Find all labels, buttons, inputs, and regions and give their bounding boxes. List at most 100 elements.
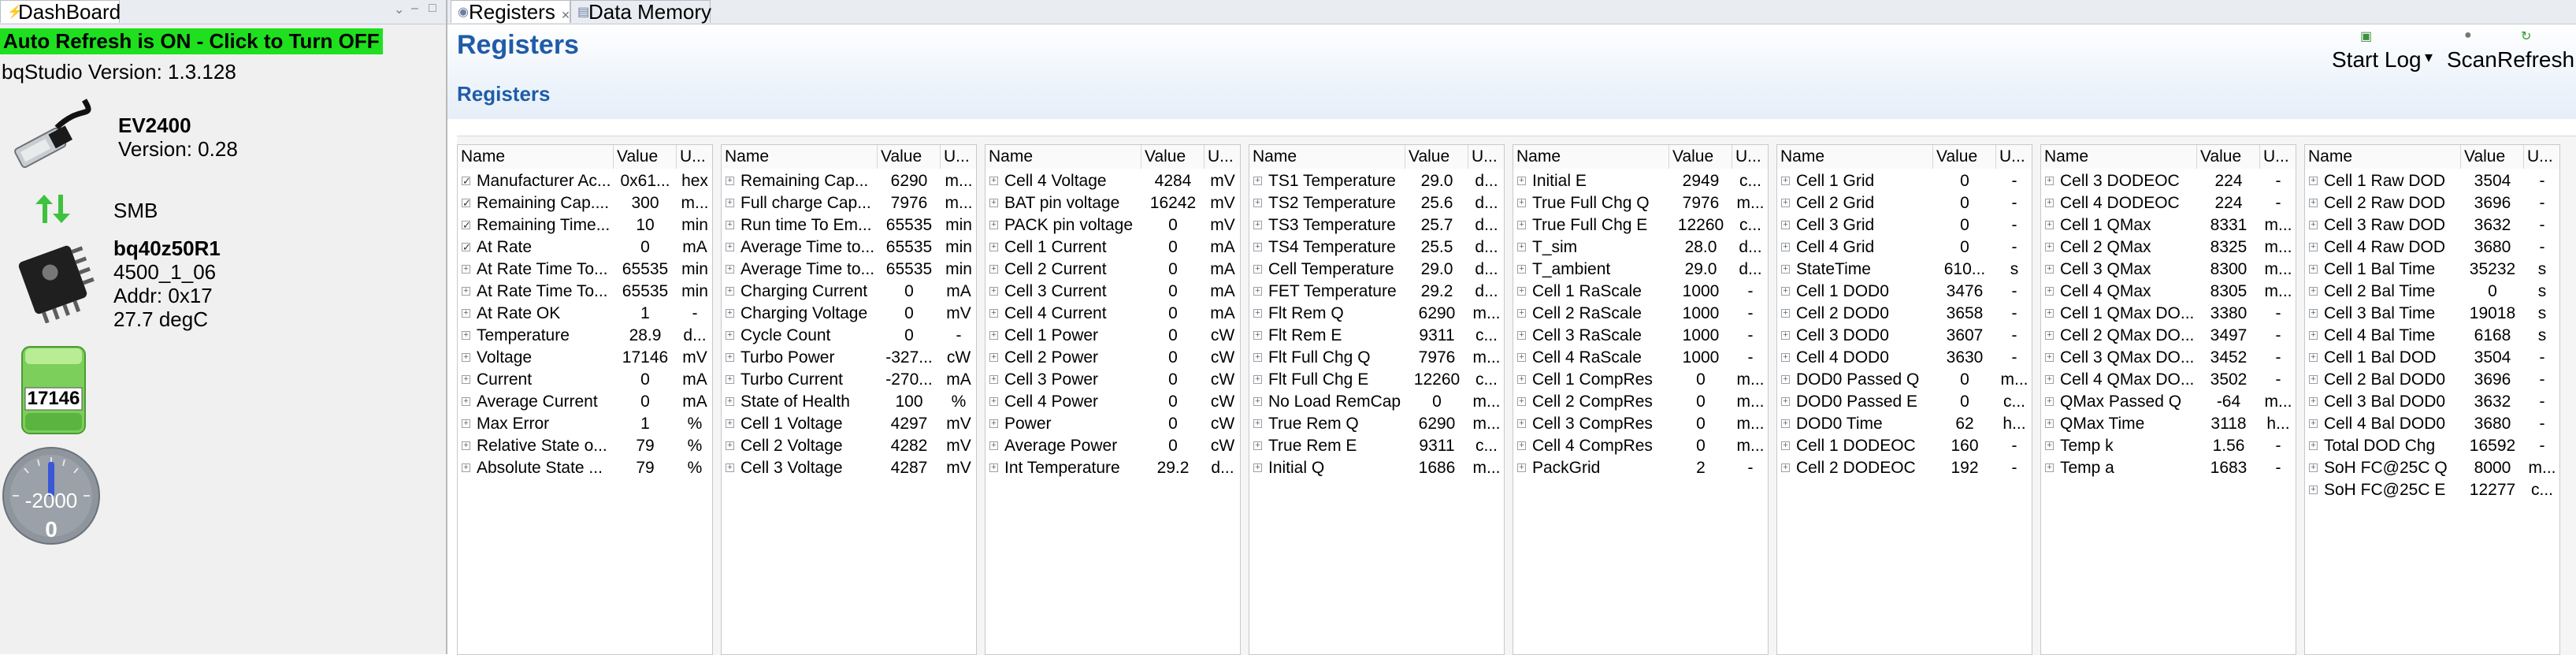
register-row[interactable]: + FET Temperature 29.2 d... bbox=[1249, 281, 1504, 303]
register-row[interactable]: + Cell 3 QMax 8300 m... bbox=[2041, 259, 2296, 281]
register-row[interactable]: + Cell 3 Bal Time 19018 s bbox=[2305, 303, 2559, 325]
register-row[interactable]: + Temp k 1.56- bbox=[2041, 435, 2296, 457]
register-row[interactable]: + Cell 3 CompRes 0 m... bbox=[1513, 413, 1768, 435]
register-row[interactable]: + Power 0 cW bbox=[985, 413, 1240, 435]
register-row[interactable]: + QMax Passed Q -64 m... bbox=[2041, 391, 2296, 413]
register-row[interactable]: + Cell 4 Bal Time 6168 s bbox=[2305, 325, 2559, 347]
register-row[interactable]: + Average Time to... 65535 min bbox=[722, 259, 976, 281]
column-header-unit[interactable]: U... bbox=[1204, 145, 1240, 169]
register-row[interactable]: + Cell 4 QMax DO... 3502- bbox=[2041, 369, 2296, 391]
register-row[interactable]: + Initial Q 1686 m... bbox=[1249, 457, 1504, 479]
register-row[interactable]: + Remaining Cap... 6290 m... bbox=[722, 170, 976, 192]
column-header-value[interactable]: Value bbox=[1405, 145, 1468, 169]
column-header-name[interactable]: Name bbox=[722, 145, 878, 169]
register-row[interactable]: + PackGrid 2- bbox=[1513, 457, 1768, 479]
register-row[interactable]: + Charging Voltage 0 mV bbox=[722, 303, 976, 325]
register-row[interactable]: + Cell 3 Current 0 mA bbox=[985, 281, 1240, 303]
maximize-view-icon[interactable]: □ bbox=[429, 2, 436, 16]
column-header-name[interactable]: Name bbox=[458, 145, 614, 169]
column-header-unit[interactable]: U... bbox=[2524, 145, 2559, 169]
register-row[interactable]: + Cell 1 RaScale 1000- bbox=[1513, 281, 1768, 303]
register-row[interactable]: + Cell 1 QMax 8331 m... bbox=[2041, 214, 2296, 236]
register-row[interactable]: + Temp a 1683- bbox=[2041, 457, 2296, 479]
register-row[interactable]: + At Rate Time To... 65535 min bbox=[458, 259, 712, 281]
register-row[interactable]: + Cell 2 Grid 0- bbox=[1777, 192, 2032, 214]
register-row[interactable]: + Cell 4 RaScale 1000- bbox=[1513, 347, 1768, 369]
register-row[interactable]: + Cell 1 DODEOC 160- bbox=[1777, 435, 2032, 457]
register-row[interactable]: + TS1 Temperature 29.0 d... bbox=[1249, 170, 1504, 192]
tab-data-memory[interactable]: ▤Data Memory bbox=[570, 0, 711, 24]
register-row[interactable]: + Cell 4 CompRes 0 m... bbox=[1513, 435, 1768, 457]
register-row[interactable]: + Cell 4 Power 0 cW bbox=[985, 391, 1240, 413]
column-header-value[interactable]: Value bbox=[2461, 145, 2524, 169]
column-header-name[interactable]: Name bbox=[1249, 145, 1405, 169]
register-row[interactable]: + Full charge Cap... 7976 m... bbox=[722, 192, 976, 214]
scan-button[interactable]: Scan bbox=[2447, 47, 2497, 73]
register-row[interactable]: + Cell 3 Voltage 4287 mV bbox=[722, 457, 976, 479]
register-row[interactable]: + Average Power 0 cW bbox=[985, 435, 1240, 457]
column-header-name[interactable]: Name bbox=[2041, 145, 2197, 169]
register-row[interactable]: + State of Health 100% bbox=[722, 391, 976, 413]
register-row[interactable]: + Cell 1 Bal DOD 3504- bbox=[2305, 347, 2559, 369]
register-row[interactable]: + SoH FC@25C Q 8000 m... bbox=[2305, 457, 2559, 479]
register-row[interactable]: + Flt Full Chg Q 7976 m... bbox=[1249, 347, 1504, 369]
register-row[interactable]: + Cell 2 QMax DO... 3497- bbox=[2041, 325, 2296, 347]
register-row[interactable]: ✓ Remaining Time... 10 min bbox=[458, 214, 712, 236]
register-row[interactable]: + TS4 Temperature 25.5 d... bbox=[1249, 236, 1504, 259]
register-row[interactable]: + Cell 1 Raw DOD 3504- bbox=[2305, 170, 2559, 192]
register-row[interactable]: + Cell 1 Bal Time 35232 s bbox=[2305, 259, 2559, 281]
register-row[interactable]: + DOD0 Passed E 0 c... bbox=[1777, 391, 2032, 413]
register-row[interactable]: + BAT pin voltage 16242 mV bbox=[985, 192, 1240, 214]
register-row[interactable]: + Cell 4 Voltage 4284 mV bbox=[985, 170, 1240, 192]
register-row[interactable]: + TS2 Temperature 25.6 d... bbox=[1249, 192, 1504, 214]
column-header-value[interactable]: Value bbox=[2197, 145, 2260, 169]
register-row[interactable]: + Current 0 mA bbox=[458, 369, 712, 391]
tab-dashboard[interactable]: ⚡DashBoard bbox=[0, 0, 121, 24]
register-row[interactable]: + Cell 1 DOD0 3476- bbox=[1777, 281, 2032, 303]
register-row[interactable]: + Cell 1 CompRes 0 m... bbox=[1513, 369, 1768, 391]
register-row[interactable]: + True Rem Q 6290 m... bbox=[1249, 413, 1504, 435]
register-row[interactable]: + Cell 1 Voltage 4297 mV bbox=[722, 413, 976, 435]
register-row[interactable]: + Cell 4 DODEOC 224- bbox=[2041, 192, 2296, 214]
register-row[interactable]: + Initial E 2949 c... bbox=[1513, 170, 1768, 192]
register-row[interactable]: + DOD0 Time 62 h... bbox=[1777, 413, 2032, 435]
register-row[interactable]: + Cell 3 QMax DO... 3452- bbox=[2041, 347, 2296, 369]
register-row[interactable]: + Cell 3 RaScale 1000- bbox=[1513, 325, 1768, 347]
register-row[interactable]: + Cell 1 Power 0 cW bbox=[985, 325, 1240, 347]
register-row[interactable]: + At Rate Time To... 65535 min bbox=[458, 281, 712, 303]
register-row[interactable]: + Cell 2 Current 0 mA bbox=[985, 259, 1240, 281]
register-row[interactable]: + Int Temperature 29.2 d... bbox=[985, 457, 1240, 479]
column-header-value[interactable]: Value bbox=[614, 145, 677, 169]
register-row[interactable]: + Cell 2 Power 0 cW bbox=[985, 347, 1240, 369]
register-row[interactable]: + Cell 4 Grid 0- bbox=[1777, 236, 2032, 259]
register-row[interactable]: + Cycle Count 0- bbox=[722, 325, 976, 347]
register-row[interactable]: + Cell 4 Current 0 mA bbox=[985, 303, 1240, 325]
column-header-value[interactable]: Value bbox=[1141, 145, 1204, 169]
column-header-unit[interactable]: U... bbox=[1996, 145, 2032, 169]
register-row[interactable]: + Flt Rem E 9311 c... bbox=[1249, 325, 1504, 347]
column-header-unit[interactable]: U... bbox=[941, 145, 976, 169]
register-row[interactable]: + Voltage 17146 mV bbox=[458, 347, 712, 369]
register-row[interactable]: + DOD0 Passed Q 0 m... bbox=[1777, 369, 2032, 391]
register-row[interactable]: + Run time To Em... 65535 min bbox=[722, 214, 976, 236]
register-row[interactable]: + TS3 Temperature 25.7 d... bbox=[1249, 214, 1504, 236]
register-row[interactable]: + Cell 4 Bal DOD0 3680- bbox=[2305, 413, 2559, 435]
register-row[interactable]: + Average Current 0 mA bbox=[458, 391, 712, 413]
register-row[interactable]: + Charging Current 0 mA bbox=[722, 281, 976, 303]
register-row[interactable]: + Cell 2 Bal Time 0 s bbox=[2305, 281, 2559, 303]
register-row[interactable]: + Cell 4 DOD0 3630- bbox=[1777, 347, 2032, 369]
minimize-icon[interactable]: ⌄ bbox=[394, 2, 404, 17]
column-header-unit[interactable]: U... bbox=[677, 145, 712, 169]
register-row[interactable]: + Max Error 1% bbox=[458, 413, 712, 435]
register-row[interactable]: ✓ Manufacturer Ac... 0x61... hex bbox=[458, 170, 712, 192]
register-row[interactable]: + Average Time to... 65535 min bbox=[722, 236, 976, 259]
register-row[interactable]: + Cell 4 QMax 8305 m... bbox=[2041, 281, 2296, 303]
register-row[interactable]: + StateTime 610... s bbox=[1777, 259, 2032, 281]
register-row[interactable]: + True Full Chg E 12260 c... bbox=[1513, 214, 1768, 236]
register-row[interactable]: + Turbo Power -327... cW bbox=[722, 347, 976, 369]
register-row[interactable]: + Relative State o... 79% bbox=[458, 435, 712, 457]
start-log-dropdown-icon[interactable]: ▾ bbox=[2425, 47, 2433, 67]
column-header-value[interactable]: Value bbox=[1669, 145, 1732, 169]
column-header-unit[interactable]: U... bbox=[1732, 145, 1768, 169]
register-row[interactable]: + Cell 2 RaScale 1000- bbox=[1513, 303, 1768, 325]
